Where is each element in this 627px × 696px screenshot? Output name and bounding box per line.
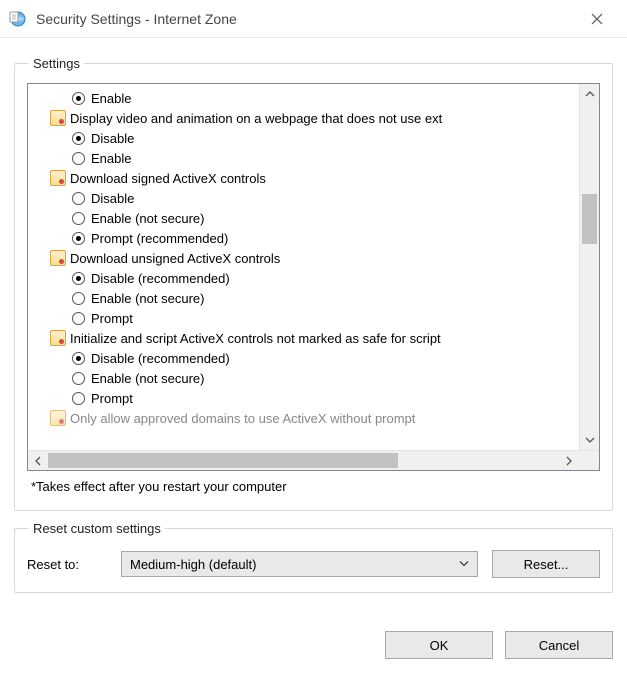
- radio-icon: [72, 132, 85, 145]
- scroll-hthumb[interactable]: [48, 453, 398, 468]
- radio-icon: [72, 212, 85, 225]
- scroll-htrack[interactable]: [48, 451, 559, 470]
- radio-option[interactable]: Enable (not secure): [28, 288, 579, 308]
- settings-tree-content[interactable]: Enable Display video and animation on a …: [28, 84, 579, 450]
- radio-option[interactable]: Prompt: [28, 388, 579, 408]
- radio-icon: [72, 292, 85, 305]
- category-label: Display video and animation on a webpage…: [70, 111, 442, 126]
- category-row[interactable]: Only allow approved domains to use Activ…: [28, 408, 579, 428]
- radio-icon: [72, 352, 85, 365]
- category-row[interactable]: Download unsigned ActiveX controls: [28, 248, 579, 268]
- chevron-left-icon: [33, 456, 43, 466]
- option-label: Enable (not secure): [91, 211, 204, 226]
- activex-category-icon: [50, 110, 66, 126]
- radio-icon: [72, 392, 85, 405]
- dialog-footer: OK Cancel: [0, 607, 627, 659]
- chevron-down-icon: [585, 435, 595, 445]
- close-icon: [591, 13, 603, 25]
- radio-option[interactable]: Enable: [28, 88, 579, 108]
- category-label: Download signed ActiveX controls: [70, 171, 266, 186]
- radio-option[interactable]: Disable: [28, 128, 579, 148]
- reset-level-select[interactable]: Medium-high (default): [121, 551, 478, 577]
- option-label: Prompt: [91, 311, 133, 326]
- option-label: Enable (not secure): [91, 371, 204, 386]
- settings-tree: Enable Display video and animation on a …: [27, 83, 600, 471]
- radio-icon: [72, 152, 85, 165]
- reset-button[interactable]: Reset...: [492, 550, 600, 578]
- activex-category-icon: [50, 410, 66, 426]
- scroll-thumb[interactable]: [582, 194, 597, 244]
- option-label: Disable: [91, 191, 134, 206]
- chevron-up-icon: [585, 89, 595, 99]
- title-bar: Security Settings - Internet Zone: [0, 0, 627, 38]
- reset-to-label: Reset to:: [27, 557, 107, 572]
- radio-option[interactable]: Enable (not secure): [28, 368, 579, 388]
- option-label: Prompt: [91, 391, 133, 406]
- radio-option[interactable]: Enable: [28, 148, 579, 168]
- window-title: Security Settings - Internet Zone: [36, 11, 577, 27]
- option-label: Disable: [91, 131, 134, 146]
- radio-option[interactable]: Enable (not secure): [28, 208, 579, 228]
- activex-category-icon: [50, 330, 66, 346]
- reset-button-label: Reset...: [524, 557, 569, 572]
- activex-category-icon: [50, 250, 66, 266]
- radio-icon: [72, 272, 85, 285]
- scroll-right-arrow[interactable]: [559, 451, 579, 470]
- option-label: Disable (recommended): [91, 351, 230, 366]
- cancel-button[interactable]: Cancel: [505, 631, 613, 659]
- restart-note: *Takes effect after you restart your com…: [31, 479, 600, 494]
- internet-options-icon: [8, 9, 28, 29]
- radio-icon: [72, 372, 85, 385]
- option-label: Enable (not secure): [91, 291, 204, 306]
- category-row[interactable]: Display video and animation on a webpage…: [28, 108, 579, 128]
- radio-icon: [72, 312, 85, 325]
- reset-group: Reset custom settings Reset to: Medium-h…: [14, 521, 613, 593]
- scroll-track[interactable]: [580, 104, 599, 430]
- ok-button[interactable]: OK: [385, 631, 493, 659]
- cancel-button-label: Cancel: [539, 638, 579, 653]
- scroll-down-arrow[interactable]: [580, 430, 599, 450]
- option-label: Disable (recommended): [91, 271, 230, 286]
- vertical-scrollbar[interactable]: [579, 84, 599, 450]
- category-label: Initialize and script ActiveX controls n…: [70, 331, 441, 346]
- settings-group: Settings Enable Display video and animat…: [14, 56, 613, 511]
- activex-category-icon: [50, 170, 66, 186]
- radio-option[interactable]: Disable (recommended): [28, 268, 579, 288]
- scroll-left-arrow[interactable]: [28, 451, 48, 470]
- horizontal-scrollbar[interactable]: [28, 450, 599, 470]
- settings-legend: Settings: [29, 56, 84, 71]
- option-label: Enable: [91, 91, 131, 106]
- radio-option[interactable]: Prompt (recommended): [28, 228, 579, 248]
- radio-icon: [72, 232, 85, 245]
- ok-button-label: OK: [430, 638, 449, 653]
- category-row[interactable]: Download signed ActiveX controls: [28, 168, 579, 188]
- category-label: Only allow approved domains to use Activ…: [70, 411, 415, 426]
- scroll-corner: [579, 451, 599, 470]
- option-label: Enable: [91, 151, 131, 166]
- dialog-body: Settings Enable Display video and animat…: [0, 38, 627, 607]
- radio-icon: [72, 92, 85, 105]
- option-label: Prompt (recommended): [91, 231, 228, 246]
- chevron-right-icon: [564, 456, 574, 466]
- radio-icon: [72, 192, 85, 205]
- category-label: Download unsigned ActiveX controls: [70, 251, 280, 266]
- reset-level-value: Medium-high (default): [130, 557, 256, 572]
- dropdown-caret-icon: [459, 557, 469, 572]
- close-button[interactable]: [577, 4, 617, 34]
- category-row[interactable]: Initialize and script ActiveX controls n…: [28, 328, 579, 348]
- scroll-up-arrow[interactable]: [580, 84, 599, 104]
- reset-legend: Reset custom settings: [29, 521, 165, 536]
- radio-option[interactable]: Disable: [28, 188, 579, 208]
- radio-option[interactable]: Disable (recommended): [28, 348, 579, 368]
- radio-option[interactable]: Prompt: [28, 308, 579, 328]
